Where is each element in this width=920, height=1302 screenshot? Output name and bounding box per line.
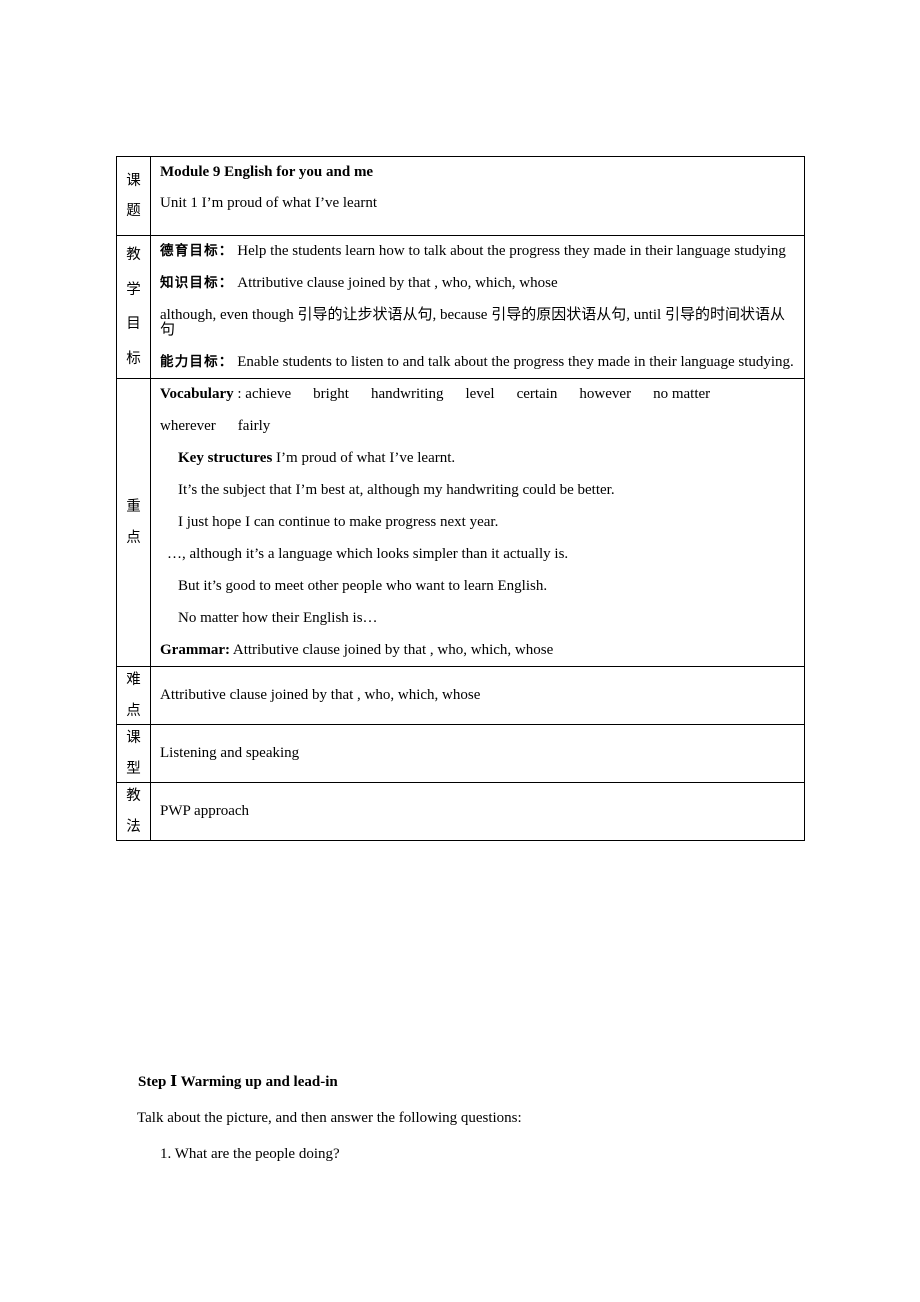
- label-char: 课: [126, 172, 141, 189]
- key-structures-label: Key structures: [178, 450, 273, 466]
- objective-knowledge-label: 知识目标：: [160, 275, 234, 291]
- row-label-difficult-points: 难 点: [116, 666, 151, 725]
- module-title: Module 9 English for you and me: [160, 164, 374, 180]
- unit-title: Unit 1 I’m proud of what I’ve learnt: [160, 195, 378, 211]
- vocabulary-word: achieve: [245, 386, 292, 402]
- label-char: 目: [126, 316, 141, 332]
- grammar-line: Grammar: Attributive clause joined by th…: [160, 643, 798, 658]
- key-structures-line: Key structures I’m proud of what I’ve le…: [160, 451, 798, 466]
- row-label-objectives: 教 学 目 标: [116, 235, 151, 379]
- step-heading: Step Ⅰ Warming up and lead-in: [138, 1074, 338, 1090]
- grammar-text: Attributive clause joined by that , who,…: [229, 642, 554, 658]
- table-row-teaching-method: 教 法 PWP approach: [116, 782, 805, 841]
- vocabulary-word: handwriting: [370, 386, 444, 402]
- vocabulary-word: bright: [313, 386, 349, 402]
- label-char: 法: [126, 818, 141, 835]
- row-content-objectives: 德育目标： Help the students learn how to tal…: [150, 235, 805, 379]
- objective-ability-text: Enable students to listen to and talk ab…: [233, 354, 794, 370]
- objective-moral-text: Help the students learn how to talk abou…: [233, 243, 786, 259]
- vocabulary-line-2: wherever fairly: [160, 419, 798, 434]
- step-instruction: Talk about the picture, and then answer …: [137, 1110, 522, 1126]
- row-content-difficult-points: Attributive clause joined by that , who,…: [150, 666, 805, 725]
- row-label-lesson-type: 课 型: [116, 724, 151, 783]
- vocabulary-word: wherever: [160, 418, 216, 434]
- vocabulary-line: Vocabulary : achieve bright handwriting lev…: [160, 387, 798, 402]
- label-char: 标: [126, 350, 141, 367]
- objective-moral: 德育目标： Help the students learn how to tal…: [160, 244, 798, 259]
- label-char: 重: [126, 499, 141, 515]
- vocabulary-separator: :: [233, 386, 246, 402]
- table-row-key-points: 重 点 Vocabulary : achieve bright handwritin…: [116, 378, 805, 667]
- objective-ability-label: 能力目标：: [160, 354, 234, 370]
- key-structure-sentence: I just hope I can continue to make progr…: [178, 514, 499, 530]
- question-item: 1. What are the people doing?: [160, 1146, 340, 1162]
- row-label-teaching-method: 教 法: [116, 782, 151, 841]
- objective-ability: 能力目标： Enable students to listen to and t…: [160, 355, 798, 370]
- vocabulary-word: fairly: [237, 418, 271, 434]
- row-content-lesson-type: Listening and speaking: [150, 724, 805, 783]
- table-row-objectives: 教 学 目 标 德育目标： Help the students learn ho…: [116, 235, 805, 379]
- label-char: 题: [126, 203, 141, 219]
- lesson-plan-table: 课 题 Module 9 English for you and me Unit…: [116, 156, 805, 841]
- below-table-content: Step Ⅰ Warming up and lead-in Talk about…: [116, 1075, 816, 1183]
- row-label-key-points: 重 点: [116, 378, 151, 667]
- lesson-type-text: Listening and speaking: [160, 745, 300, 761]
- label-char: 学: [126, 281, 141, 298]
- row-content-topic: Module 9 English for you and me Unit 1 I…: [150, 156, 805, 236]
- vocabulary-label: Vocabulary: [160, 386, 234, 402]
- objective-knowledge: 知识目标： Attributive clause joined by that …: [160, 276, 798, 291]
- key-structure-sentence: But it’s good to meet other people who w…: [178, 578, 548, 594]
- table-row-topic: 课 题 Module 9 English for you and me Unit…: [116, 156, 805, 236]
- vocabulary-word: however: [579, 386, 632, 402]
- label-char: 点: [126, 702, 141, 719]
- label-char: 难: [126, 672, 141, 688]
- row-content-teaching-method: PWP approach: [150, 782, 805, 841]
- row-content-key-points: Vocabulary : achieve bright handwriting lev…: [150, 378, 805, 667]
- objective-moral-label: 德育目标：: [160, 243, 234, 259]
- key-structure-sentence: …, although it’s a language which looks …: [167, 546, 569, 562]
- label-char: 教: [126, 247, 141, 263]
- row-label-topic: 课 题: [116, 156, 151, 236]
- vocabulary-word: certain: [516, 386, 558, 402]
- grammar-label: Grammar:: [160, 642, 230, 658]
- label-char: 点: [126, 529, 141, 546]
- lesson-plan-page: 课 题 Module 9 English for you and me Unit…: [0, 0, 920, 1302]
- vocabulary-word: no matter: [653, 386, 711, 402]
- objective-knowledge-text: Attributive clause joined by that , who,…: [233, 275, 558, 291]
- table-row-difficult-points: 难 点 Attributive clause joined by that , …: [116, 666, 805, 725]
- key-structure-sentence: I’m proud of what I’ve learnt.: [272, 450, 456, 466]
- key-structure-sentence: No matter how their English is…: [178, 610, 378, 626]
- vocabulary-word: level: [465, 386, 495, 402]
- teaching-method-text: PWP approach: [160, 803, 250, 819]
- label-char: 型: [126, 760, 141, 777]
- key-structure-sentence: It’s the subject that I’m best at, altho…: [178, 482, 615, 498]
- label-char: 课: [126, 730, 141, 746]
- label-char: 教: [126, 788, 141, 804]
- objective-knowledge-cont: although, even though 引导的让步状语从句, because…: [160, 307, 785, 338]
- difficult-points-text: Attributive clause joined by that , who,…: [160, 687, 481, 703]
- table-row-lesson-type: 课 型 Listening and speaking: [116, 724, 805, 783]
